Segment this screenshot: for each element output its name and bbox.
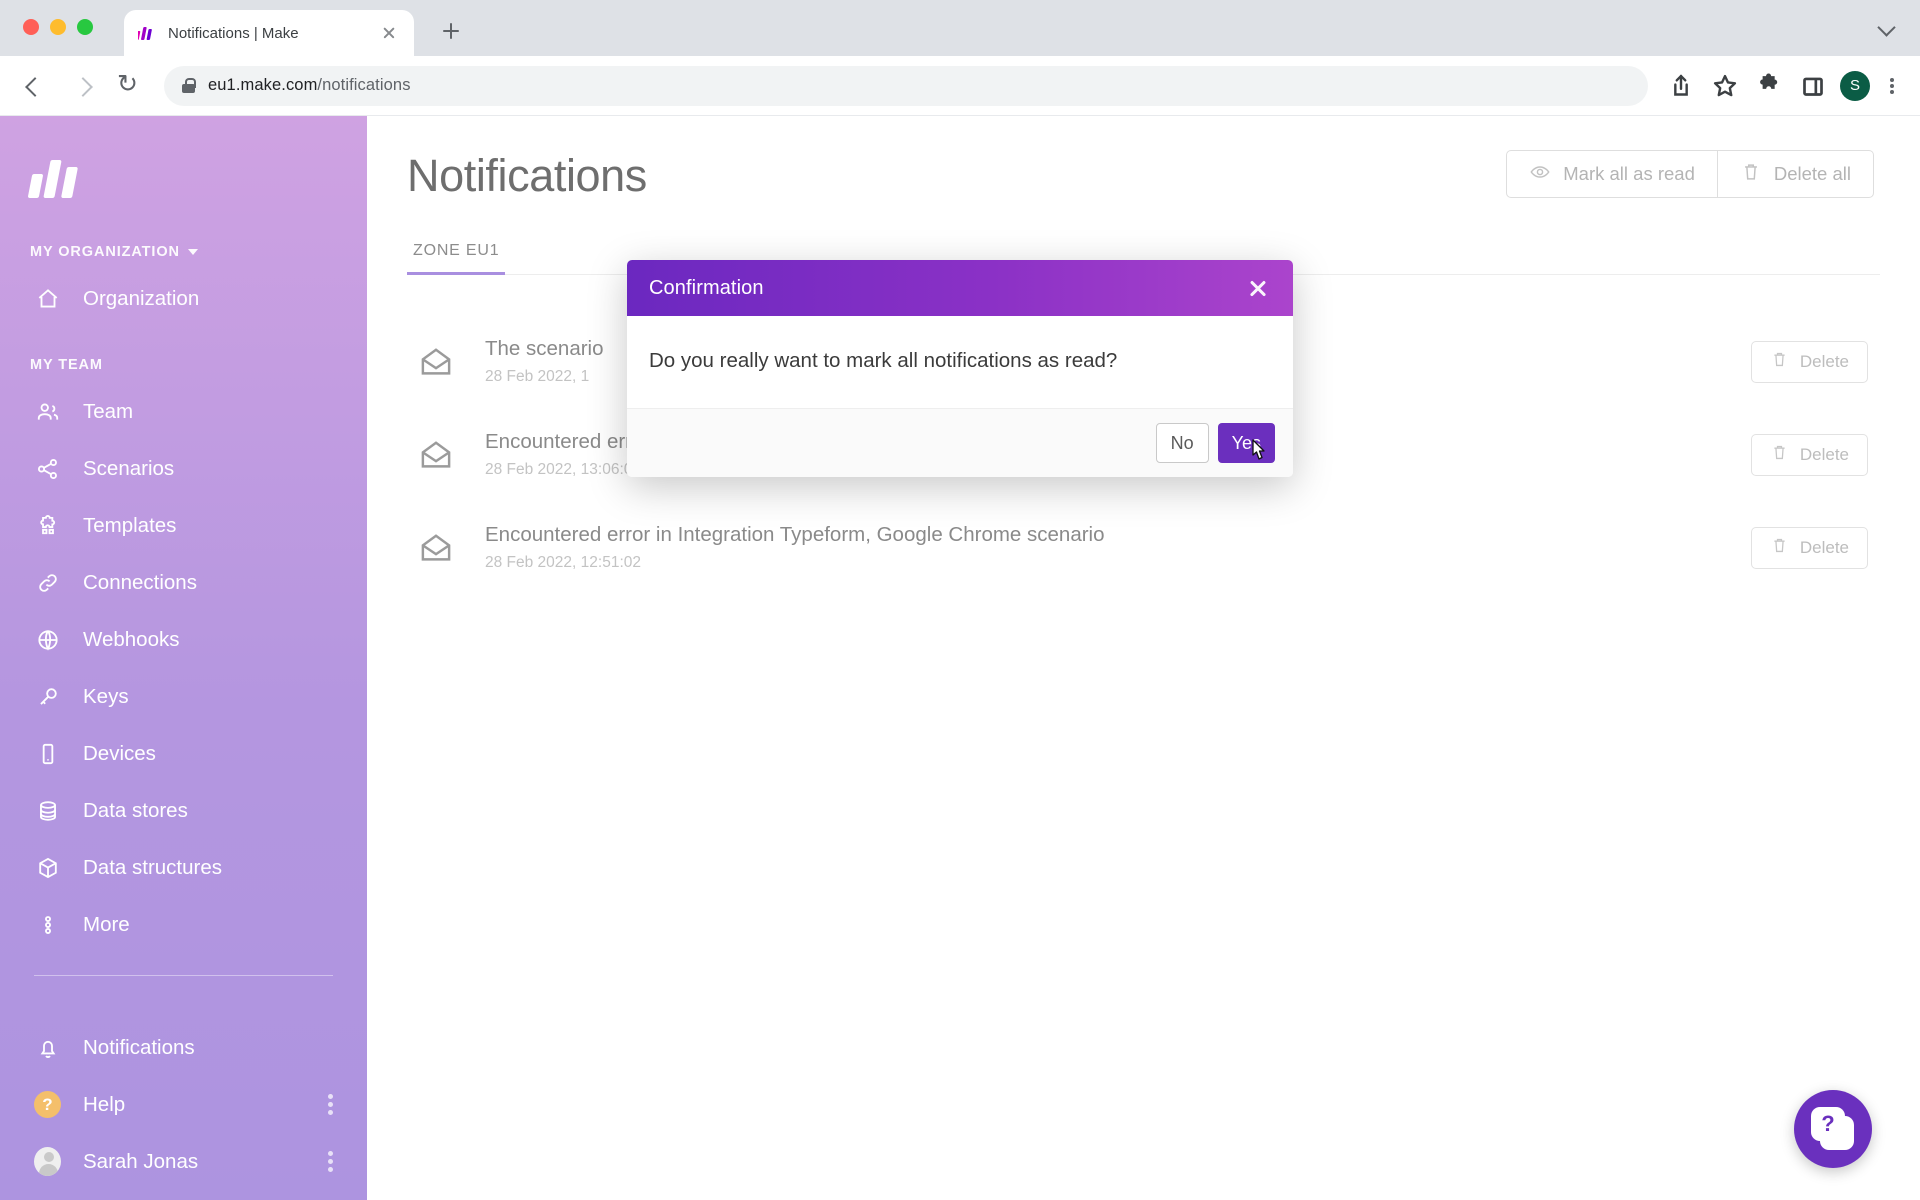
arrow-right-icon[interactable]	[62, 66, 102, 106]
minimize-window-button[interactable]	[50, 19, 66, 35]
profile-avatar[interactable]: S	[1840, 70, 1870, 101]
plus-icon[interactable]	[436, 16, 466, 46]
star-icon[interactable]	[1708, 69, 1742, 103]
browser-toolbar: eu1.make.com/notifications	[0, 56, 1920, 116]
url-domain: eu1.make.com	[208, 76, 318, 94]
reload-icon[interactable]	[108, 66, 148, 106]
browser-tabstrip: Notifications | Make	[0, 0, 1920, 56]
make-logo-icon	[135, 26, 156, 40]
address-bar[interactable]: eu1.make.com/notifications	[164, 65, 1648, 106]
window-controls[interactable]	[23, 19, 93, 35]
browser-tab[interactable]: Notifications | Make	[124, 10, 414, 56]
dialog-message: Do you really want to mark all notificat…	[627, 316, 1293, 409]
chevron-down-icon[interactable]	[1878, 18, 1896, 36]
lock-icon	[182, 78, 196, 93]
maximize-window-button[interactable]	[77, 19, 93, 35]
app-root: MY ORGANIZATION Organization MY TEAM Tea…	[0, 116, 1920, 1200]
toolbar-icons: S	[1664, 69, 1904, 103]
close-icon[interactable]	[378, 22, 400, 44]
dialog-title: Confirmation	[649, 276, 764, 299]
yes-button[interactable]: Yes	[1217, 423, 1275, 463]
close-window-button[interactable]	[23, 19, 39, 35]
no-button[interactable]: No	[1155, 423, 1209, 463]
share-icon[interactable]	[1664, 69, 1698, 103]
side-panel-icon[interactable]	[1796, 69, 1830, 103]
browser-window: Notifications | Make eu1.make.com/notifi…	[0, 0, 1920, 1200]
extensions-puzzle-icon[interactable]	[1752, 69, 1786, 103]
dialog-header: Confirmation	[627, 260, 1293, 316]
browser-tab-title: Notifications | Make	[168, 24, 299, 42]
modal-overlay: Confirmation Do you really want to mark …	[0, 116, 1920, 1200]
arrow-left-icon[interactable]	[16, 66, 56, 106]
kebab-menu-icon[interactable]	[1880, 69, 1904, 103]
dialog-footer: No Yes	[627, 409, 1293, 477]
confirmation-dialog: Confirmation Do you really want to mark …	[627, 260, 1293, 477]
url-path: /notifications	[317, 76, 411, 94]
url-text: eu1.make.com/notifications	[208, 76, 411, 95]
close-icon[interactable]	[1245, 275, 1271, 301]
